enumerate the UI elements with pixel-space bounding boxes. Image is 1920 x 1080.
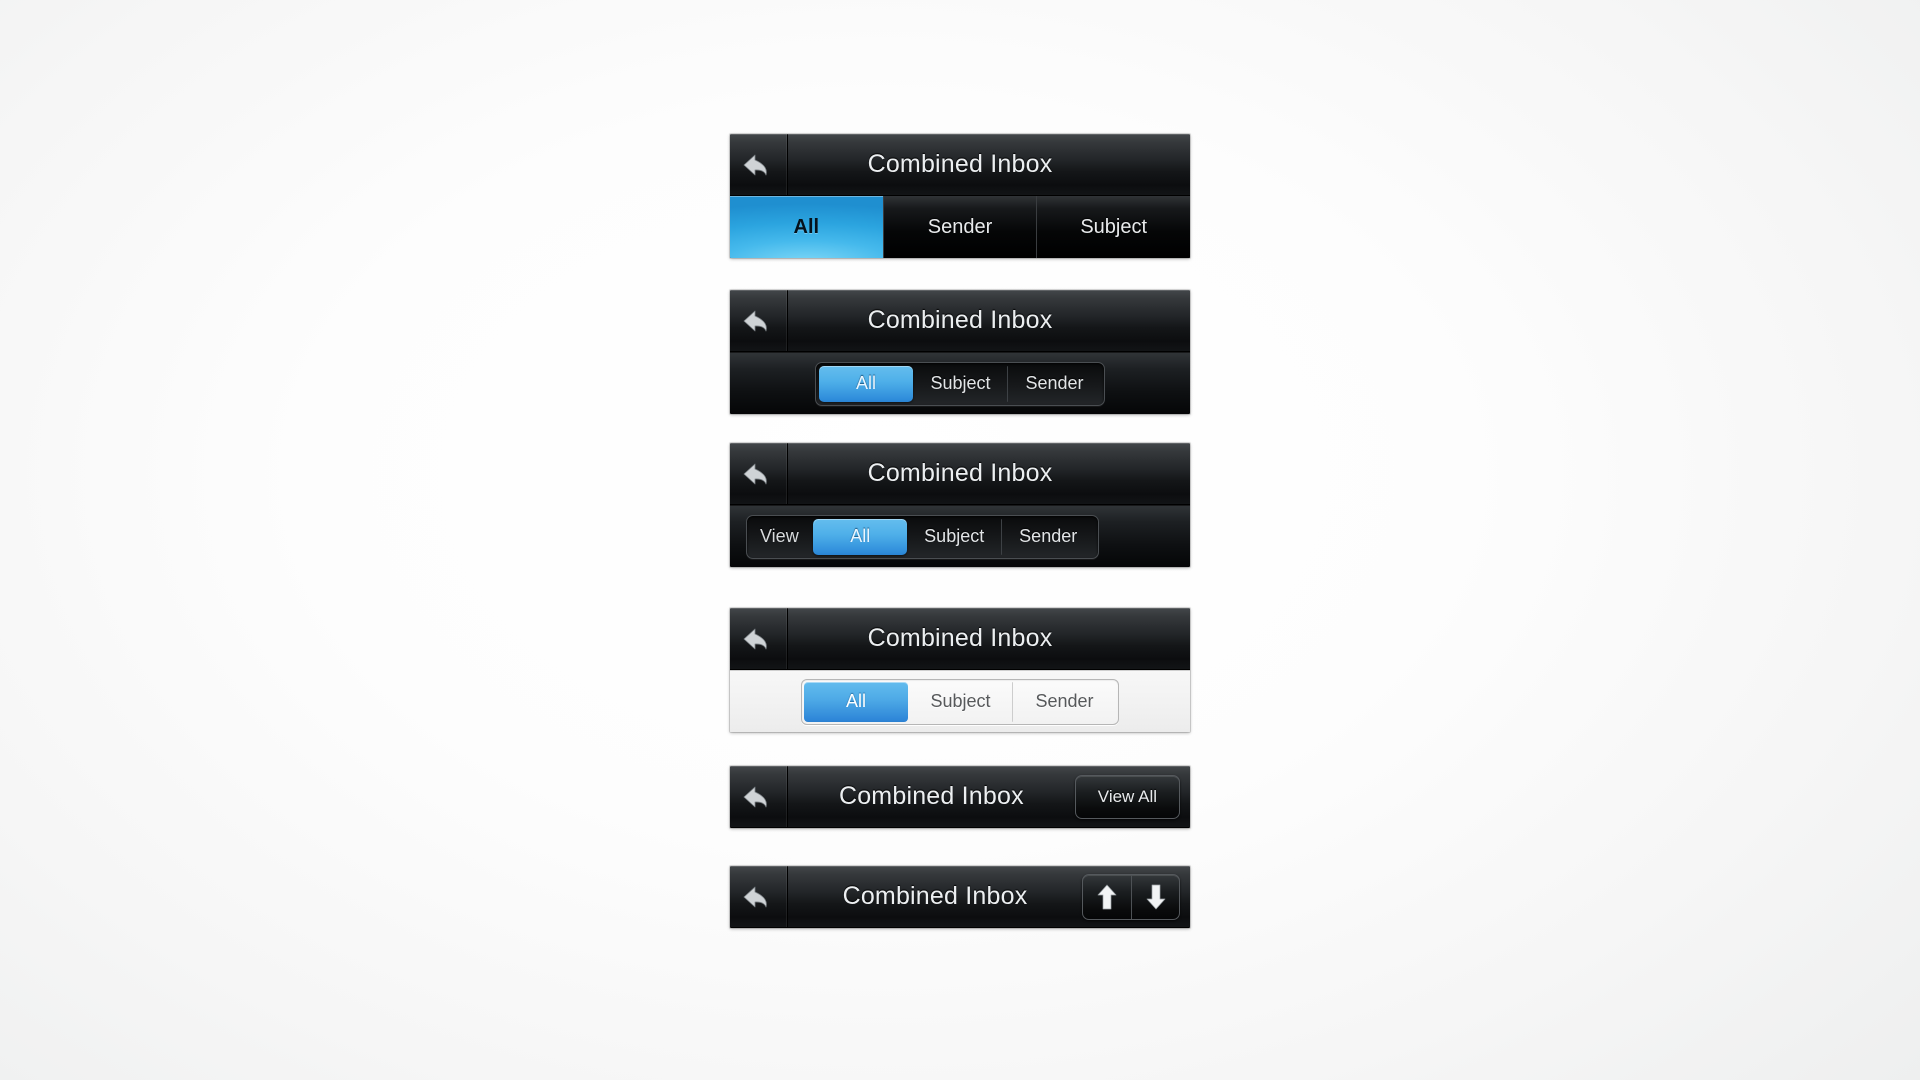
title-bar: Combined Inbox <box>730 608 1190 670</box>
segment-label: Subject <box>930 691 991 711</box>
tab-row: All Sender Subject <box>730 196 1190 258</box>
arrow-down-icon <box>1146 884 1165 909</box>
segment-label: All <box>845 691 866 711</box>
back-arrow-icon <box>743 463 767 484</box>
back-button[interactable] <box>730 134 788 195</box>
page-title: Combined Inbox <box>838 782 1024 810</box>
navbar-variant-flat-tabs: Combined Inbox All Sender Subject <box>730 134 1190 258</box>
title-bar: Combined Inbox <box>730 443 1190 505</box>
title-bar: Combined Inbox <box>730 290 1190 352</box>
segmented-control-bar: All Subject Sender <box>730 670 1190 732</box>
segment-label: All <box>855 373 876 393</box>
navbar-variant-dark-segmented: Combined Inbox All Subject Sender <box>730 290 1190 414</box>
back-arrow-icon <box>743 886 767 907</box>
back-arrow-icon <box>743 154 767 175</box>
view-all-label: View All <box>1097 786 1157 806</box>
back-button[interactable] <box>730 290 788 351</box>
segment-label: All <box>850 526 871 546</box>
segment-label: Sender <box>1035 691 1094 711</box>
title-bar: Combined Inbox <box>730 866 1190 928</box>
back-arrow-icon <box>743 786 767 807</box>
back-arrow-icon <box>743 628 767 649</box>
segment-all[interactable]: All <box>819 365 913 402</box>
segmented-control: View All Subject Sender <box>746 514 1099 559</box>
page-title: Combined Inbox <box>867 306 1053 334</box>
view-all-button[interactable]: View All <box>1074 774 1180 819</box>
back-arrow-icon <box>743 310 767 331</box>
page-title: Combined Inbox <box>867 624 1053 652</box>
arrow-up-icon <box>1097 884 1117 909</box>
segmented-control: All Subject Sender <box>801 678 1119 725</box>
title-bar: Combined Inbox View All <box>730 766 1190 828</box>
segment-sender[interactable]: Sender <box>1007 365 1101 402</box>
segment-subject[interactable]: Subject <box>908 682 1012 722</box>
previous-button[interactable] <box>1083 875 1131 919</box>
navbar-variant-action-button: Combined Inbox View All <box>730 766 1190 828</box>
segment-subject[interactable]: Subject <box>907 519 1001 555</box>
segmented-control: All Subject Sender <box>815 361 1105 406</box>
title-bar-actions <box>1082 866 1190 927</box>
back-button[interactable] <box>730 866 788 927</box>
navbar-variant-arrow-buttons: Combined Inbox <box>730 866 1190 928</box>
back-button[interactable] <box>730 766 788 827</box>
title-bar: Combined Inbox <box>730 134 1190 196</box>
title-bar-actions: View All <box>1074 766 1190 827</box>
navbar-variant-segmented-with-label: Combined Inbox View All Subject Sender <box>730 443 1190 567</box>
tab-label: All <box>793 215 820 238</box>
tab-label: Sender <box>927 215 993 238</box>
tab-all[interactable]: All <box>730 196 883 258</box>
segment-label: Subject <box>924 526 985 546</box>
segmented-control-bar: All Subject Sender <box>730 352 1190 414</box>
page-title: Combined Inbox <box>867 459 1053 487</box>
segment-all[interactable]: All <box>804 681 908 722</box>
page-title: Combined Inbox <box>867 150 1053 178</box>
page-title: Combined Inbox <box>842 882 1028 910</box>
segment-sender[interactable]: Sender <box>1000 518 1095 555</box>
segment-sender[interactable]: Sender <box>1012 681 1116 722</box>
segment-subject[interactable]: Subject <box>913 366 1007 402</box>
tab-sender[interactable]: Sender <box>882 196 1037 258</box>
segment-label: Subject <box>930 373 991 393</box>
segmented-group-label: View <box>750 519 813 555</box>
group-label-text: View <box>760 526 799 546</box>
navbar-variant-light-segmented: Combined Inbox All Subject Sender <box>730 608 1190 732</box>
tab-subject[interactable]: Subject <box>1036 196 1190 258</box>
segmented-control-bar: View All Subject Sender <box>730 505 1190 567</box>
segment-label: Sender <box>1019 526 1078 546</box>
arrow-button-group <box>1082 873 1180 920</box>
next-button[interactable] <box>1131 874 1179 919</box>
segment-all[interactable]: All <box>812 518 907 555</box>
mockup-stage: Combined Inbox All Sender Subject Combin… <box>730 0 1190 1080</box>
segment-label: Sender <box>1025 373 1084 393</box>
back-button[interactable] <box>730 608 788 669</box>
tab-label: Subject <box>1080 215 1148 238</box>
back-button[interactable] <box>730 443 788 504</box>
